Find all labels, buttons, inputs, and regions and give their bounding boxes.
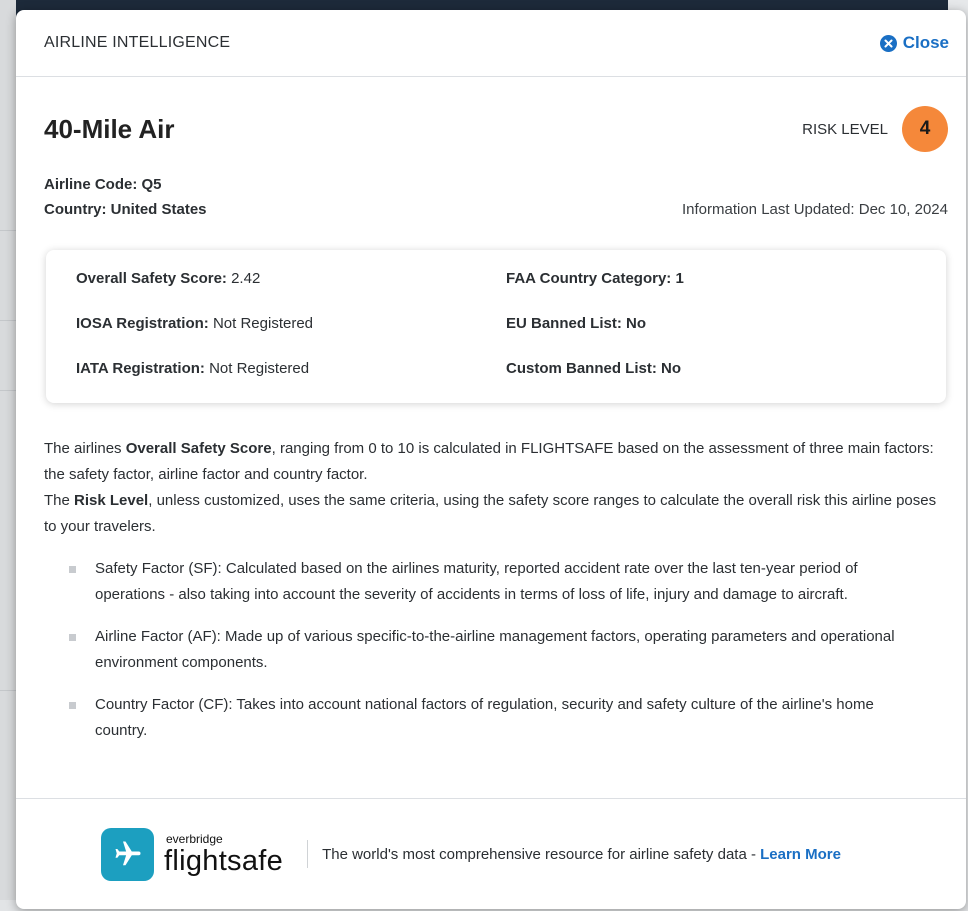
factor-list: Safety Factor (SF): Calculated based on … (16, 556, 966, 744)
custom-banned-list: Custom Banned List: No (506, 360, 682, 377)
eu-banned-list: EU Banned List: No (506, 315, 647, 332)
flightsafe-logo: everbridge flightsafe (101, 827, 284, 881)
risk-level: RISK LEVEL 4 (802, 106, 948, 152)
airline-code: Airline Code: Q5 (44, 176, 162, 193)
modal-title: AIRLINE INTELLIGENCE (44, 34, 231, 51)
footer-tagline: The world's most comprehensive resource … (322, 845, 841, 863)
bullet-icon (69, 566, 76, 573)
modal-header: AIRLINE INTELLIGENCE Close (16, 10, 966, 77)
airplane-icon (101, 827, 154, 881)
close-button[interactable]: Close (879, 33, 949, 53)
learn-more-link[interactable]: Learn More (760, 846, 841, 863)
faa-country-category: FAA Country Category: 1 (506, 270, 684, 287)
airline-meta: Airline Code: Q5 Country: United States … (16, 172, 966, 222)
close-icon (879, 34, 897, 52)
bullet-icon (69, 702, 76, 709)
risk-level-badge: 4 (902, 106, 948, 152)
airline-country: Country: United States (44, 201, 207, 218)
logo-brand-main: flightsafe (164, 844, 284, 877)
description-paragraph: The Risk Level, unless customized, uses … (44, 492, 937, 535)
background-divider (0, 230, 16, 231)
overall-safety-score: Overall Safety Score: 2.42 (76, 270, 261, 287)
score-description: The airlines Overall Safety Score, rangi… (16, 436, 966, 540)
background-divider (0, 690, 16, 691)
background-page-strip (0, 0, 16, 911)
list-item: Country Factor (CF): Takes into account … (66, 692, 906, 744)
list-item: Airline Factor (AF): Made up of various … (66, 624, 906, 676)
airline-title-row: 40-Mile Air RISK LEVEL 4 (16, 106, 966, 152)
airline-intelligence-modal: AIRLINE INTELLIGENCE Close 40-Mile Air R… (16, 10, 966, 909)
logo-brand-top: everbridge (166, 831, 223, 846)
background-divider (0, 320, 16, 321)
airline-name: 40-Mile Air (44, 113, 175, 144)
iosa-registration: IOSA Registration: Not Registered (76, 315, 314, 332)
bullet-icon (69, 634, 76, 641)
last-updated: Information Last Updated: Dec 10, 2024 (681, 201, 948, 218)
close-label: Close (902, 33, 949, 52)
safety-summary-card: Overall Safety Score: 2.42 FAA Country C… (46, 250, 946, 403)
list-item: Safety Factor (SF): Calculated based on … (66, 556, 906, 608)
iata-registration: IATA Registration: Not Registered (76, 360, 310, 377)
description-paragraph: The airlines Overall Safety Score, rangi… (44, 440, 934, 483)
risk-level-label: RISK LEVEL (802, 120, 888, 138)
background-divider (0, 390, 16, 391)
footer-divider (307, 840, 309, 868)
modal-footer: everbridge flightsafe The world's most c… (16, 798, 966, 909)
